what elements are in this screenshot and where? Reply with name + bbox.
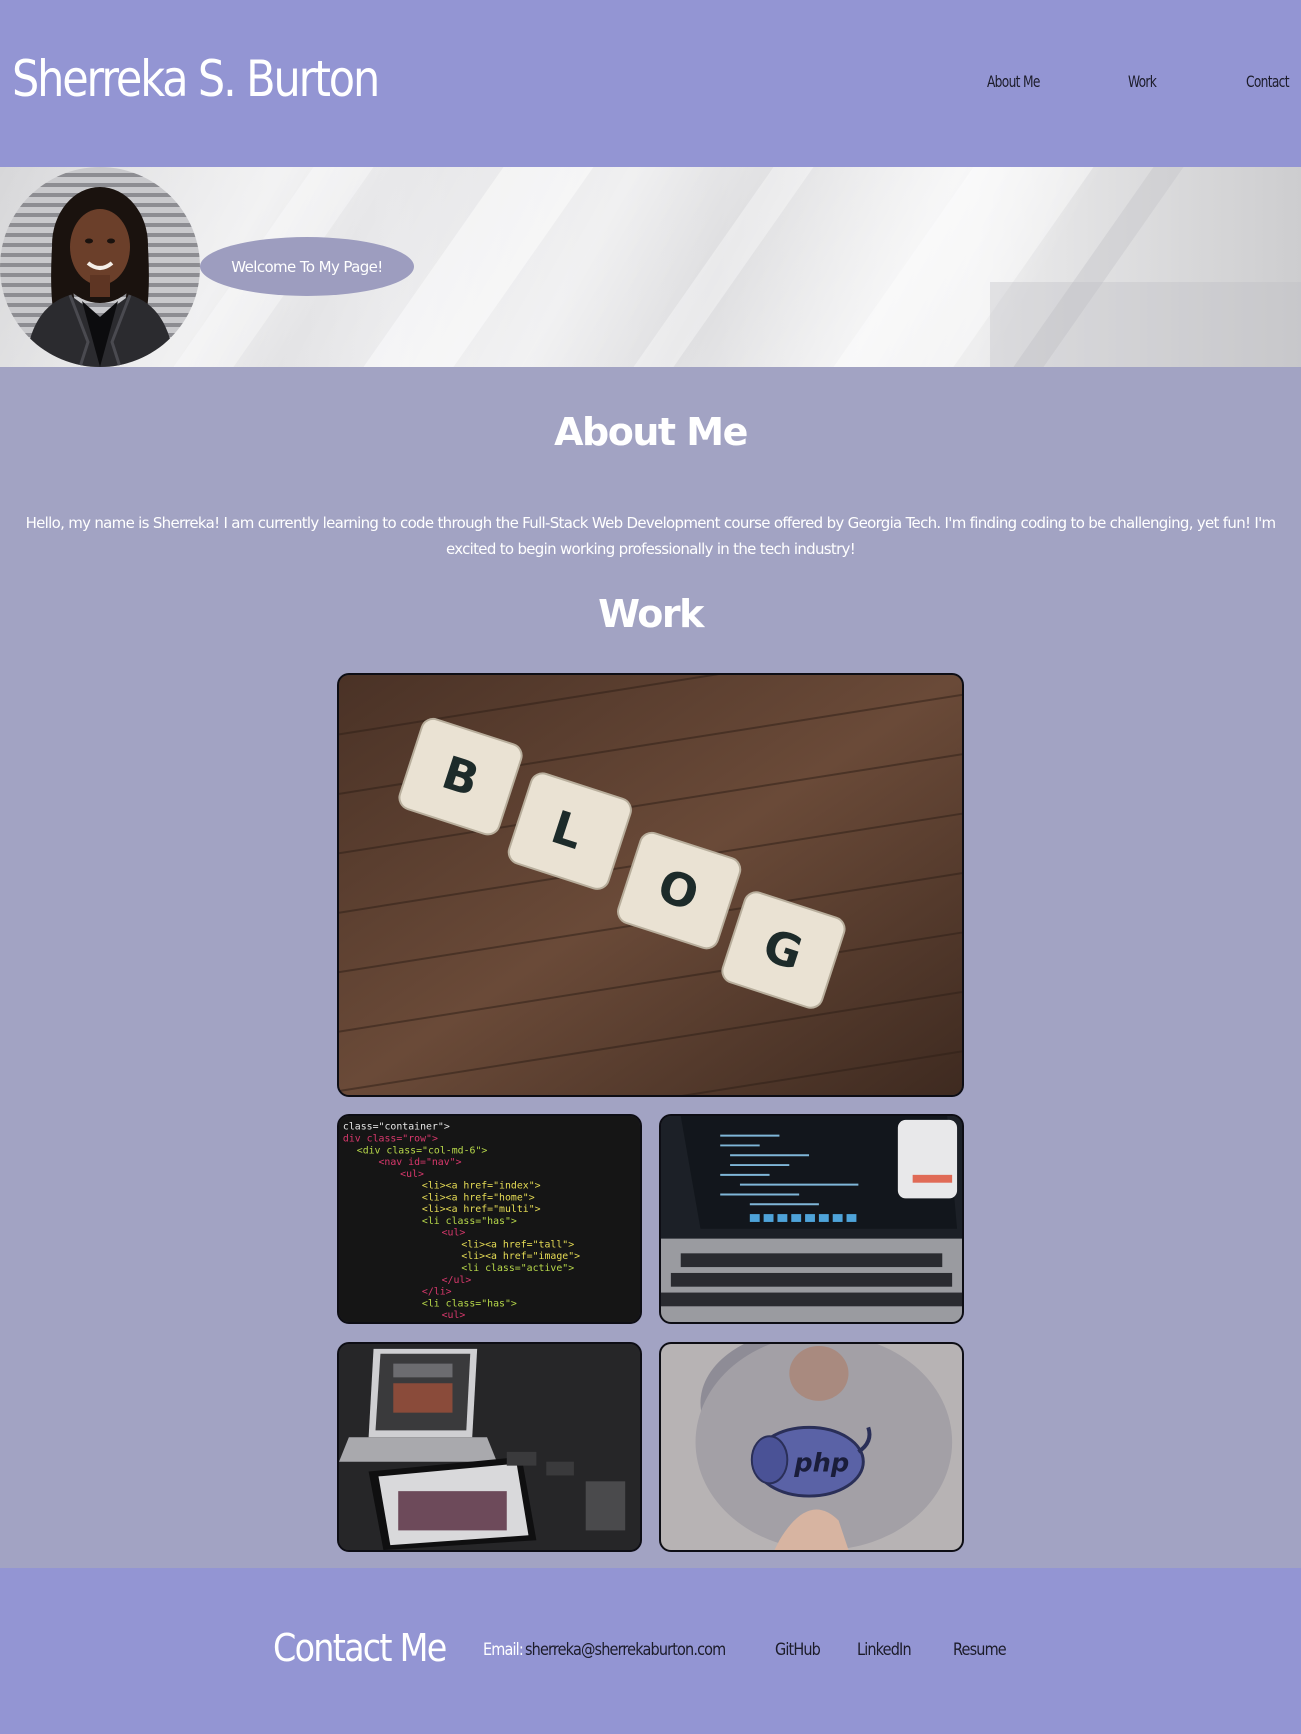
html-code-image: class="container"> div class="row"> <div… [339,1116,640,1322]
code-line: <div class="col-md-6"> [357,1145,488,1156]
code-line: </ul> [442,1275,472,1286]
hero-banner: Welcome To My Page! [0,167,1301,367]
work-card-laptop-code[interactable] [659,1114,964,1324]
nav-contact[interactable]: Contact [1246,72,1290,91]
about-heading: About Me [554,410,748,454]
code-line: <li><a href="home"> [422,1192,535,1203]
code-line: <ul> [442,1228,466,1239]
linkedin-link[interactable]: LinkedIn [857,1640,912,1660]
blog-tiles-image: B L O G [339,675,962,1095]
code-line: <li class="has"> [422,1216,517,1227]
main-nav: About Me Work Contact [0,72,1301,96]
work-heading: Work [598,592,704,636]
code-line: <li class="has"> [422,1298,517,1309]
code-line: <li class="active"> [461,1263,574,1274]
code-line: <nav id="nav"> [378,1157,461,1168]
devices-image [339,1344,640,1550]
hero-stripe [584,167,856,367]
resume-link[interactable]: Resume [953,1640,1007,1660]
code-line: <li><a href="tall"> [461,1239,574,1250]
code-line: <ul> [442,1310,466,1321]
code-line: <li><a href="multi"> [422,1204,541,1215]
php-sticker-image: php [661,1344,962,1550]
nav-work[interactable]: Work [1128,72,1157,91]
laptop-code-image [661,1116,962,1322]
profile-avatar [0,167,200,367]
code-line: <li><a href="image"> [461,1251,580,1262]
hero-shape [990,282,1301,367]
code-line: <li><a href="index"> [422,1181,541,1192]
work-card-html-code[interactable]: class="container"> div class="row"> <div… [337,1114,642,1324]
github-link[interactable]: GitHub [775,1640,821,1660]
email-link[interactable]: sherreka@sherrekaburton.com [525,1640,726,1660]
email-label: Email: [483,1640,524,1660]
site-footer: Contact Me Email: sherreka@sherrekaburto… [0,1568,1301,1734]
work-card-featured[interactable]: B L O G [337,673,964,1097]
nav-about-me[interactable]: About Me [987,72,1040,91]
site-header: Sherreka S. Burton About Me Work Contact [0,0,1301,167]
profile-photo-image [25,187,175,367]
about-paragraph: Hello, my name is Sherreka! I am current… [25,514,1277,558]
footer-links: Email: sherreka@sherrekaburton.com GitHu… [0,1640,1301,1666]
code-line: </li> [422,1287,452,1298]
work-card-devices[interactable] [337,1342,642,1552]
welcome-badge: Welcome To My Page! [200,237,414,296]
code-line: div class="row"> [343,1134,438,1145]
php-logo-text: php [793,1449,849,1479]
code-line: class="container"> [343,1122,450,1133]
work-card-php-sticker[interactable]: php [659,1342,964,1552]
code-line: <ul> [400,1169,424,1180]
